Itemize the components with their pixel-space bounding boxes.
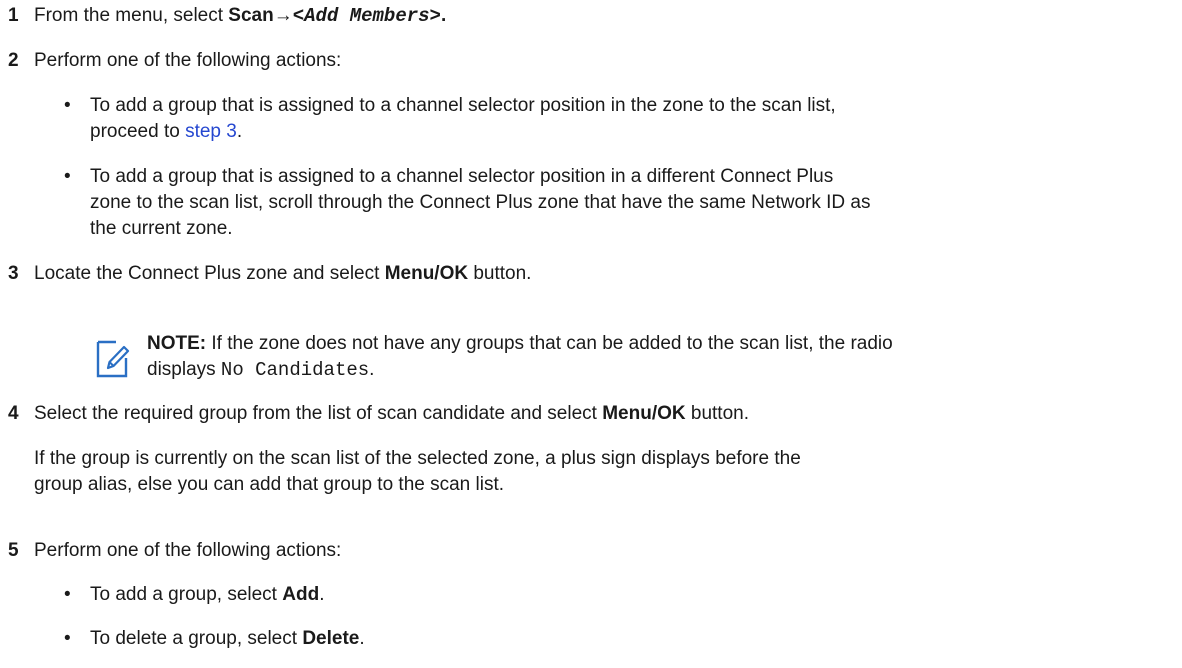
add-members-menu-item: <Add Members>	[292, 5, 441, 27]
step-3-number: 3	[8, 263, 19, 284]
note-prefix: displays	[147, 359, 221, 380]
step-4-text: Select the required group from the list …	[34, 402, 749, 426]
step-4-suffix: button.	[685, 403, 749, 424]
bullet-marker: •	[64, 166, 71, 187]
step-1-prefix: From the menu, select	[34, 5, 229, 26]
add-prefix: To add a group, select	[90, 584, 283, 605]
step-4-para-line-1: If the group is currently on the scan li…	[34, 448, 801, 469]
step-2-bullet-2-line-2: zone to the scan list, scroll through th…	[90, 192, 871, 213]
add-option: Add	[282, 584, 320, 605]
step-4-number: 4	[8, 403, 19, 424]
bullet-1-suffix: .	[236, 121, 243, 142]
add-suffix: .	[319, 584, 325, 605]
step-2-bullet-2-line-3: the current zone.	[90, 218, 233, 239]
step-3-link[interactable]: step 3	[185, 121, 237, 142]
step-4-para-line-2: group alias, else you can add that group…	[34, 474, 505, 495]
step-2-bullet-2-line-1: To add a group that is assigned to a cha…	[90, 166, 834, 187]
step-5-text: Perform one of the following actions:	[34, 540, 342, 561]
step-3-text: Locate the Connect Plus zone and select …	[34, 262, 531, 286]
delete-suffix: .	[359, 628, 365, 649]
no-candidates-display: No Candidates	[220, 359, 370, 381]
note-line-1: NOTE: If the zone does not have any grou…	[147, 332, 893, 356]
step-4-prefix: Select the required group from the list …	[34, 403, 603, 424]
note-suffix: .	[369, 359, 375, 380]
step-3-prefix: Locate the Connect Plus zone and select	[34, 263, 385, 284]
note-label: NOTE:	[147, 333, 207, 354]
delete-prefix: To delete a group, select	[90, 628, 303, 649]
bullet-marker: •	[64, 95, 71, 116]
document-page: { "steps": [ { "number": "1", "prefix": …	[0, 0, 1182, 668]
note-line-2: displays No Candidates.	[147, 358, 374, 382]
bullet-marker: •	[64, 628, 71, 649]
step-5-bullet-add: To add a group, select Add.	[90, 583, 324, 607]
scan-menu-item: Scan	[228, 5, 274, 26]
step-1-text: From the menu, select Scan→<Add Members>…	[34, 4, 446, 28]
menu-ok-button-label: Menu/OK	[602, 403, 686, 424]
arrow: →	[273, 5, 293, 26]
step-1-number: 1	[8, 5, 19, 26]
step-1-suffix: .	[440, 5, 447, 26]
bullet-1-prefix: proceed to	[90, 121, 186, 142]
step-2-bullet-1-line-1: To add a group that is assigned to a cha…	[90, 95, 836, 116]
step-5-number: 5	[8, 540, 19, 561]
step-5-bullet-delete: To delete a group, select Delete.	[90, 627, 365, 651]
bullet-marker: •	[64, 584, 71, 605]
delete-option: Delete	[302, 628, 360, 649]
step-2-bullet-1-line-2: proceed to step 3.	[90, 120, 242, 144]
note-text: If the zone does not have any groups tha…	[206, 333, 893, 354]
note-pencil-icon	[96, 340, 130, 378]
menu-ok-button-label: Menu/OK	[384, 263, 469, 284]
step-3-suffix: button.	[468, 263, 532, 284]
step-2-text: Perform one of the following actions:	[34, 50, 342, 71]
step-2-number: 2	[8, 50, 19, 71]
